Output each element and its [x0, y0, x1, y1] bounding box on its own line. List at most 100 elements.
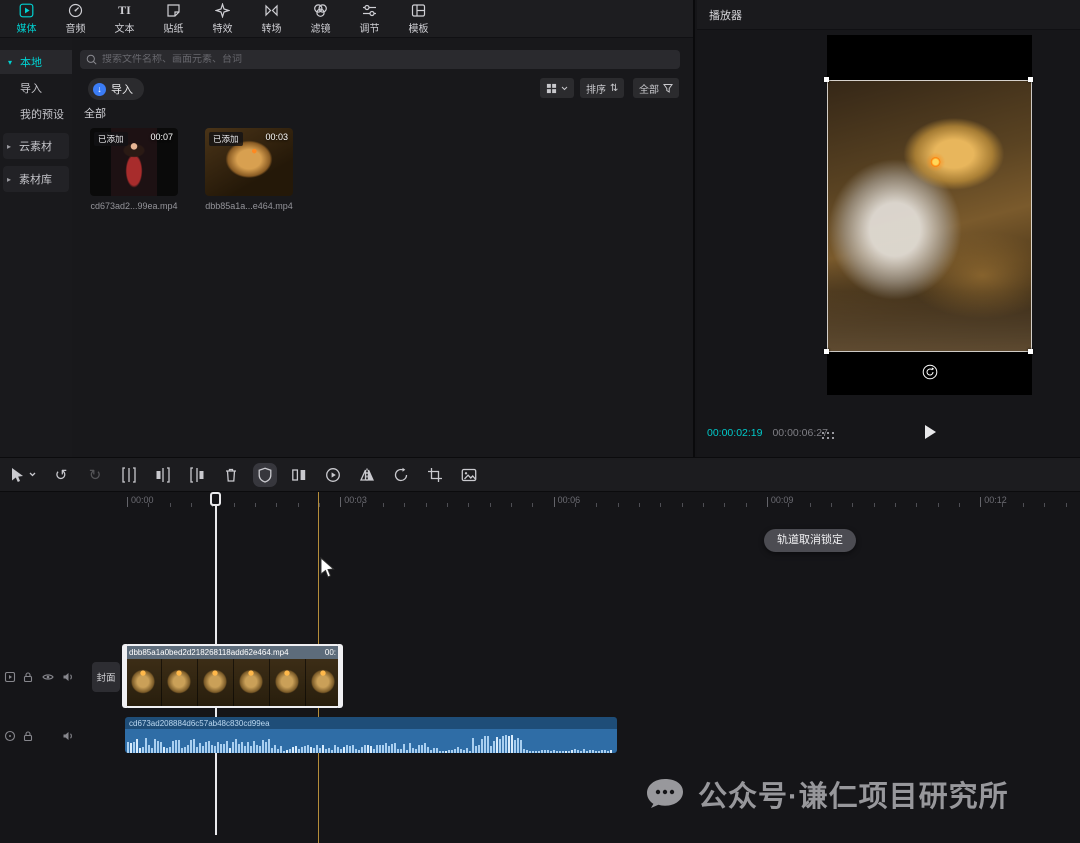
tab-label: 特效: [213, 20, 233, 35]
media-card-dragon[interactable]: 已添加 00:03 dbb85a1a...e464.mp4: [205, 128, 293, 211]
sidebar-item-material-library[interactable]: ▸ 素材库: [3, 166, 69, 192]
preview-video-frame[interactable]: [827, 80, 1032, 352]
ruler-tick: [895, 503, 896, 507]
tab-template[interactable]: 模板: [394, 0, 443, 37]
waveform-bar: [241, 742, 243, 753]
tab-sticker[interactable]: 贴纸: [149, 0, 198, 37]
select-tool-button[interactable]: [10, 466, 36, 484]
split-keep-left-button[interactable]: [154, 466, 172, 484]
waveform-bar: [382, 745, 384, 753]
waveform-bar: [148, 745, 150, 753]
waveform-bar: [133, 742, 135, 754]
track-unlock-tooltip[interactable]: 轨道取消锁定: [764, 529, 856, 552]
waveform-bar: [424, 743, 426, 753]
filter-button[interactable]: 全部: [633, 78, 679, 98]
waveform-bar: [463, 750, 465, 753]
preview-play-button[interactable]: [324, 466, 342, 484]
cover-button[interactable]: 封面: [92, 662, 120, 692]
waveform-bar: [472, 738, 474, 753]
waveform-bar: [400, 749, 402, 753]
audio-clip-filename: cd673ad208884d6c57ab48c830cd99ea: [129, 719, 270, 728]
tab-effects[interactable]: 特效: [198, 0, 247, 37]
waveform-bar: [358, 750, 360, 753]
waveform-bar: [259, 746, 261, 753]
selection-handle-top-left[interactable]: [824, 77, 829, 82]
tab-media[interactable]: 媒体: [2, 0, 51, 37]
image-adjust-button[interactable]: [460, 466, 478, 484]
sidebar-item-cloud-materials[interactable]: ▸ 云素材: [3, 133, 69, 159]
mirror-button[interactable]: [290, 466, 308, 484]
sidebar-item-local[interactable]: ▾ 本地: [0, 50, 72, 74]
waveform-bar: [577, 750, 579, 753]
section-label: 全部: [84, 105, 106, 121]
sort-button[interactable]: 排序 ⇅: [580, 78, 624, 98]
view-toggle-button[interactable]: [540, 78, 574, 98]
waveform-bar: [166, 748, 168, 753]
waveform-bar: [418, 745, 420, 753]
preview-canvas[interactable]: [827, 35, 1032, 395]
waveform-bar: [325, 749, 327, 753]
split-keep-right-button[interactable]: [188, 466, 206, 484]
lock-icon[interactable]: [22, 671, 34, 683]
selection-handle-top-right[interactable]: [1028, 77, 1033, 82]
waveform-bar: [523, 749, 525, 753]
tab-filter[interactable]: 滤镜: [296, 0, 345, 37]
waveform-bar: [262, 740, 264, 753]
media-thumbnail[interactable]: 已添加 00:07: [90, 128, 178, 196]
clip-filename: cd673ad2...99ea.mp4: [90, 201, 178, 211]
media-thumbnail[interactable]: 已添加 00:03: [205, 128, 293, 196]
playhead-handle[interactable]: [210, 492, 221, 506]
lock-icon[interactable]: [22, 730, 34, 742]
timeline-ruler[interactable]: 00:0000:0300:0600:0900:12: [87, 492, 1080, 508]
play-button[interactable]: [925, 425, 936, 439]
tab-audio[interactable]: 音频: [51, 0, 100, 37]
frame-step-icon[interactable]: [821, 431, 835, 440]
audio-waveform[interactable]: [125, 729, 617, 753]
text-icon: TI: [118, 3, 131, 18]
waveform-bar: [529, 751, 531, 753]
waveform-bar: [514, 740, 516, 753]
search-input[interactable]: [102, 54, 674, 65]
selection-handle-bottom-right[interactable]: [1028, 349, 1033, 354]
adjust-icon: [362, 3, 377, 18]
sidebar-item-label: 本地: [20, 54, 42, 70]
sidebar-item-import[interactable]: 导入: [0, 76, 72, 100]
split-button[interactable]: [120, 466, 138, 484]
freeze-frame-button[interactable]: [256, 466, 274, 484]
crop-button[interactable]: [426, 466, 444, 484]
waveform-bar: [313, 748, 315, 753]
waveform-bar: [253, 741, 255, 754]
waveform-bar: [478, 745, 480, 753]
tab-adjust[interactable]: 调节: [345, 0, 394, 37]
selection-handle-bottom-left[interactable]: [824, 349, 829, 354]
delete-button[interactable]: [222, 466, 240, 484]
flip-button[interactable]: [358, 466, 376, 484]
waveform-bar: [475, 746, 477, 753]
rotate-handle-icon[interactable]: [922, 364, 938, 380]
speaker-icon[interactable]: [62, 730, 74, 742]
video-clip[interactable]: dbb85a1a0bed2d218268118add62e464.mp4 00:: [125, 646, 340, 706]
search-icon: [86, 54, 97, 65]
eye-icon[interactable]: [42, 671, 54, 683]
tab-transition[interactable]: 转场: [247, 0, 296, 37]
transition-icon: [264, 3, 279, 18]
ruler-tick: [170, 503, 171, 507]
import-button[interactable]: ↓ 导入: [88, 78, 144, 100]
video-clip-filmstrip[interactable]: [125, 659, 340, 706]
audio-clip[interactable]: cd673ad208884d6c57ab48c830cd99ea: [125, 717, 617, 753]
tab-text[interactable]: TI 文本: [100, 0, 149, 37]
waveform-bar: [334, 745, 336, 753]
ruler-label: 00:00: [131, 495, 154, 505]
sidebar-item-presets[interactable]: 我的预设: [0, 102, 72, 126]
media-card-woman[interactable]: 已添加 00:07 cd673ad2...99ea.mp4: [90, 128, 178, 211]
ruler-tick: [468, 503, 469, 507]
rotate-button[interactable]: [392, 466, 410, 484]
ruler-tick: [490, 503, 491, 507]
ruler-tick: [255, 503, 256, 507]
media-icon: [19, 3, 34, 18]
speaker-icon[interactable]: [62, 671, 74, 683]
undo-button[interactable]: ↺: [52, 466, 70, 484]
ruler-label: 00:09: [771, 495, 794, 505]
ruler-label: 00:12: [984, 495, 1007, 505]
waveform-bar: [268, 739, 270, 753]
